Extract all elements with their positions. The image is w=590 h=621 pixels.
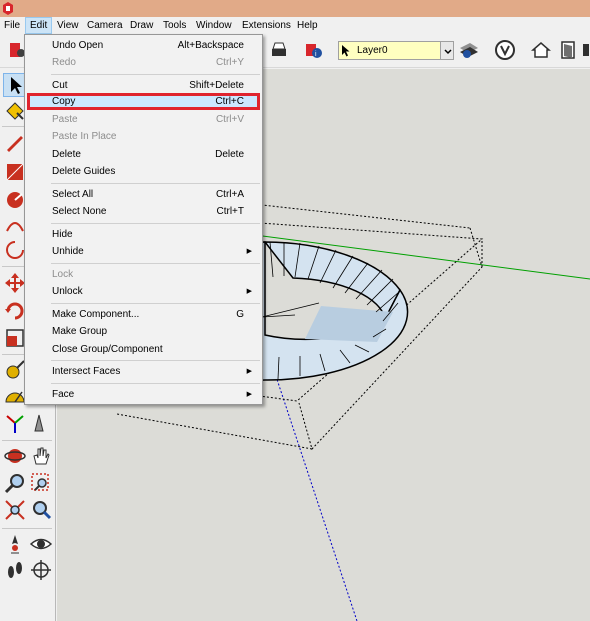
menu-item-label: Make Component... (52, 309, 140, 320)
door-view-icon[interactable] (557, 39, 579, 61)
chevron-down-icon (444, 49, 452, 55)
menu-draw[interactable]: Draw (126, 17, 157, 34)
print-icon[interactable] (268, 39, 290, 61)
menu-item-undo-open[interactable]: Undo Open Alt+Backspace (27, 37, 260, 54)
menu-separator (51, 303, 260, 304)
menu-item-select-none[interactable]: Select None Ctrl+T (27, 203, 260, 220)
title-bar (0, 0, 590, 17)
menu-separator (51, 360, 260, 361)
menu-item-shortcut: Delete (215, 149, 244, 160)
menu-item-label: Make Group (52, 326, 108, 337)
menu-item-redo: Redo Ctrl+Y (27, 54, 260, 71)
edit-menu-dropdown: Undo Open Alt+Backspace Redo Ctrl+Y Cut … (24, 34, 263, 405)
submenu-arrow-icon: ▶ (246, 368, 252, 375)
menu-item-close-group[interactable]: Close Group/Component (27, 341, 260, 358)
style-v-icon[interactable] (494, 39, 516, 61)
menu-separator (51, 383, 260, 384)
look-around-eye-icon[interactable] (29, 532, 53, 556)
menu-tools[interactable]: Tools (159, 17, 190, 34)
menu-item-label: Select All (52, 189, 94, 200)
zoom-tool-icon[interactable] (3, 471, 27, 495)
menu-separator (51, 263, 260, 264)
menu-item-shortcut: Shift+Delete (189, 80, 244, 91)
menu-help[interactable]: Help (293, 17, 322, 34)
model-info-icon[interactable]: i (303, 39, 325, 61)
position-camera-icon[interactable] (3, 532, 27, 556)
zoom-extents-icon[interactable] (3, 498, 27, 522)
orbit-tool-icon[interactable] (3, 444, 27, 468)
menu-separator (51, 223, 260, 224)
menu-item-label: Select None (52, 206, 107, 217)
submenu-arrow-icon: ▶ (246, 248, 252, 255)
menu-item-label: Paste In Place (52, 131, 117, 142)
layer-select[interactable]: Layer0 (338, 41, 454, 60)
menu-item-shortcut: G (236, 309, 244, 320)
menu-item-intersect-faces[interactable]: Intersect Faces ▶ (27, 363, 260, 380)
palette-divider (2, 440, 52, 441)
previous-view-icon[interactable] (29, 498, 53, 522)
menu-view[interactable]: View (53, 17, 83, 34)
menu-item-shortcut: Ctrl+T (216, 206, 245, 217)
arrow-cursor-icon (342, 45, 350, 57)
toolbar-overflow-icon[interactable] (582, 39, 590, 61)
menu-item-copy[interactable]: Copy Ctrl+C (27, 93, 260, 110)
menu-item-make-group[interactable]: Make Group (27, 323, 260, 340)
menu-item-label: Hide (52, 229, 73, 240)
walk-footprints-icon[interactable] (3, 558, 27, 582)
menu-item-shortcut: Ctrl+C (215, 96, 244, 107)
menu-item-label: Undo Open (52, 40, 104, 51)
menu-item-label: Cut (52, 80, 68, 91)
menu-item-unhide[interactable]: Unhide ▶ (27, 243, 260, 260)
menu-item-shortcut: Ctrl+Y (215, 57, 244, 68)
submenu-arrow-icon: ▶ (246, 288, 252, 295)
menu-item-unlock[interactable]: Unlock ▶ (27, 283, 260, 300)
submenu-arrow-icon: ▶ (246, 391, 252, 398)
sketchup-logo-icon (3, 2, 13, 15)
menu-item-hide[interactable]: Hide (27, 226, 260, 243)
layer-dropdown-button[interactable] (440, 41, 454, 60)
menu-edit[interactable]: Edit (25, 17, 53, 34)
pan-hand-icon[interactable] (29, 444, 53, 468)
menu-item-label: Intersect Faces (52, 366, 121, 377)
layer-manager-icon[interactable] (458, 39, 480, 61)
menu-item-delete[interactable]: Delete Delete (27, 146, 260, 163)
menu-file[interactable]: File (0, 17, 24, 34)
menu-item-label: Paste (52, 114, 78, 125)
layer-current-name: Layer0 (357, 45, 388, 56)
menu-item-label: Lock (52, 269, 74, 280)
menu-item-label: Unlock (52, 286, 83, 297)
menu-item-delete-guides[interactable]: Delete Guides (27, 163, 260, 180)
menu-item-label: Redo (52, 57, 76, 68)
menu-camera[interactable]: Camera (83, 17, 127, 34)
menu-item-label: Copy (52, 96, 76, 107)
palette-divider (2, 528, 52, 529)
zoom-window-icon[interactable] (29, 471, 53, 495)
menu-item-shortcut: Ctrl+A (215, 189, 244, 200)
menu-item-lock: Lock (27, 266, 260, 283)
axes-tool-icon[interactable] (3, 411, 27, 435)
menu-separator (51, 74, 260, 75)
menu-item-paste-in-place: Paste In Place (27, 128, 260, 145)
section-plane-icon[interactable] (29, 558, 53, 582)
menu-item-label: Delete (52, 149, 81, 160)
dimension-tool-icon[interactable] (29, 411, 53, 435)
menu-item-shortcut: Alt+Backspace (177, 40, 244, 51)
menu-item-label: Delete Guides (52, 166, 116, 177)
menu-item-face[interactable]: Face ▶ (27, 386, 260, 403)
house-view-icon[interactable] (530, 39, 552, 61)
menu-item-label: Unhide (52, 246, 84, 257)
menu-bar: File Edit View Camera Draw Tools Window … (0, 17, 590, 34)
menu-item-select-all[interactable]: Select All Ctrl+A (27, 186, 260, 203)
menu-separator (51, 183, 260, 184)
menu-item-shortcut: Ctrl+V (215, 114, 244, 125)
menu-extensions[interactable]: Extensions (238, 17, 295, 34)
menu-item-label: Close Group/Component (52, 344, 163, 355)
menu-item-make-component[interactable]: Make Component... G (27, 306, 260, 323)
menu-item-cut[interactable]: Cut Shift+Delete (27, 77, 260, 94)
menu-item-label: Face (52, 389, 75, 400)
menu-item-paste: Paste Ctrl+V (27, 111, 260, 128)
menu-window[interactable]: Window (192, 17, 236, 34)
